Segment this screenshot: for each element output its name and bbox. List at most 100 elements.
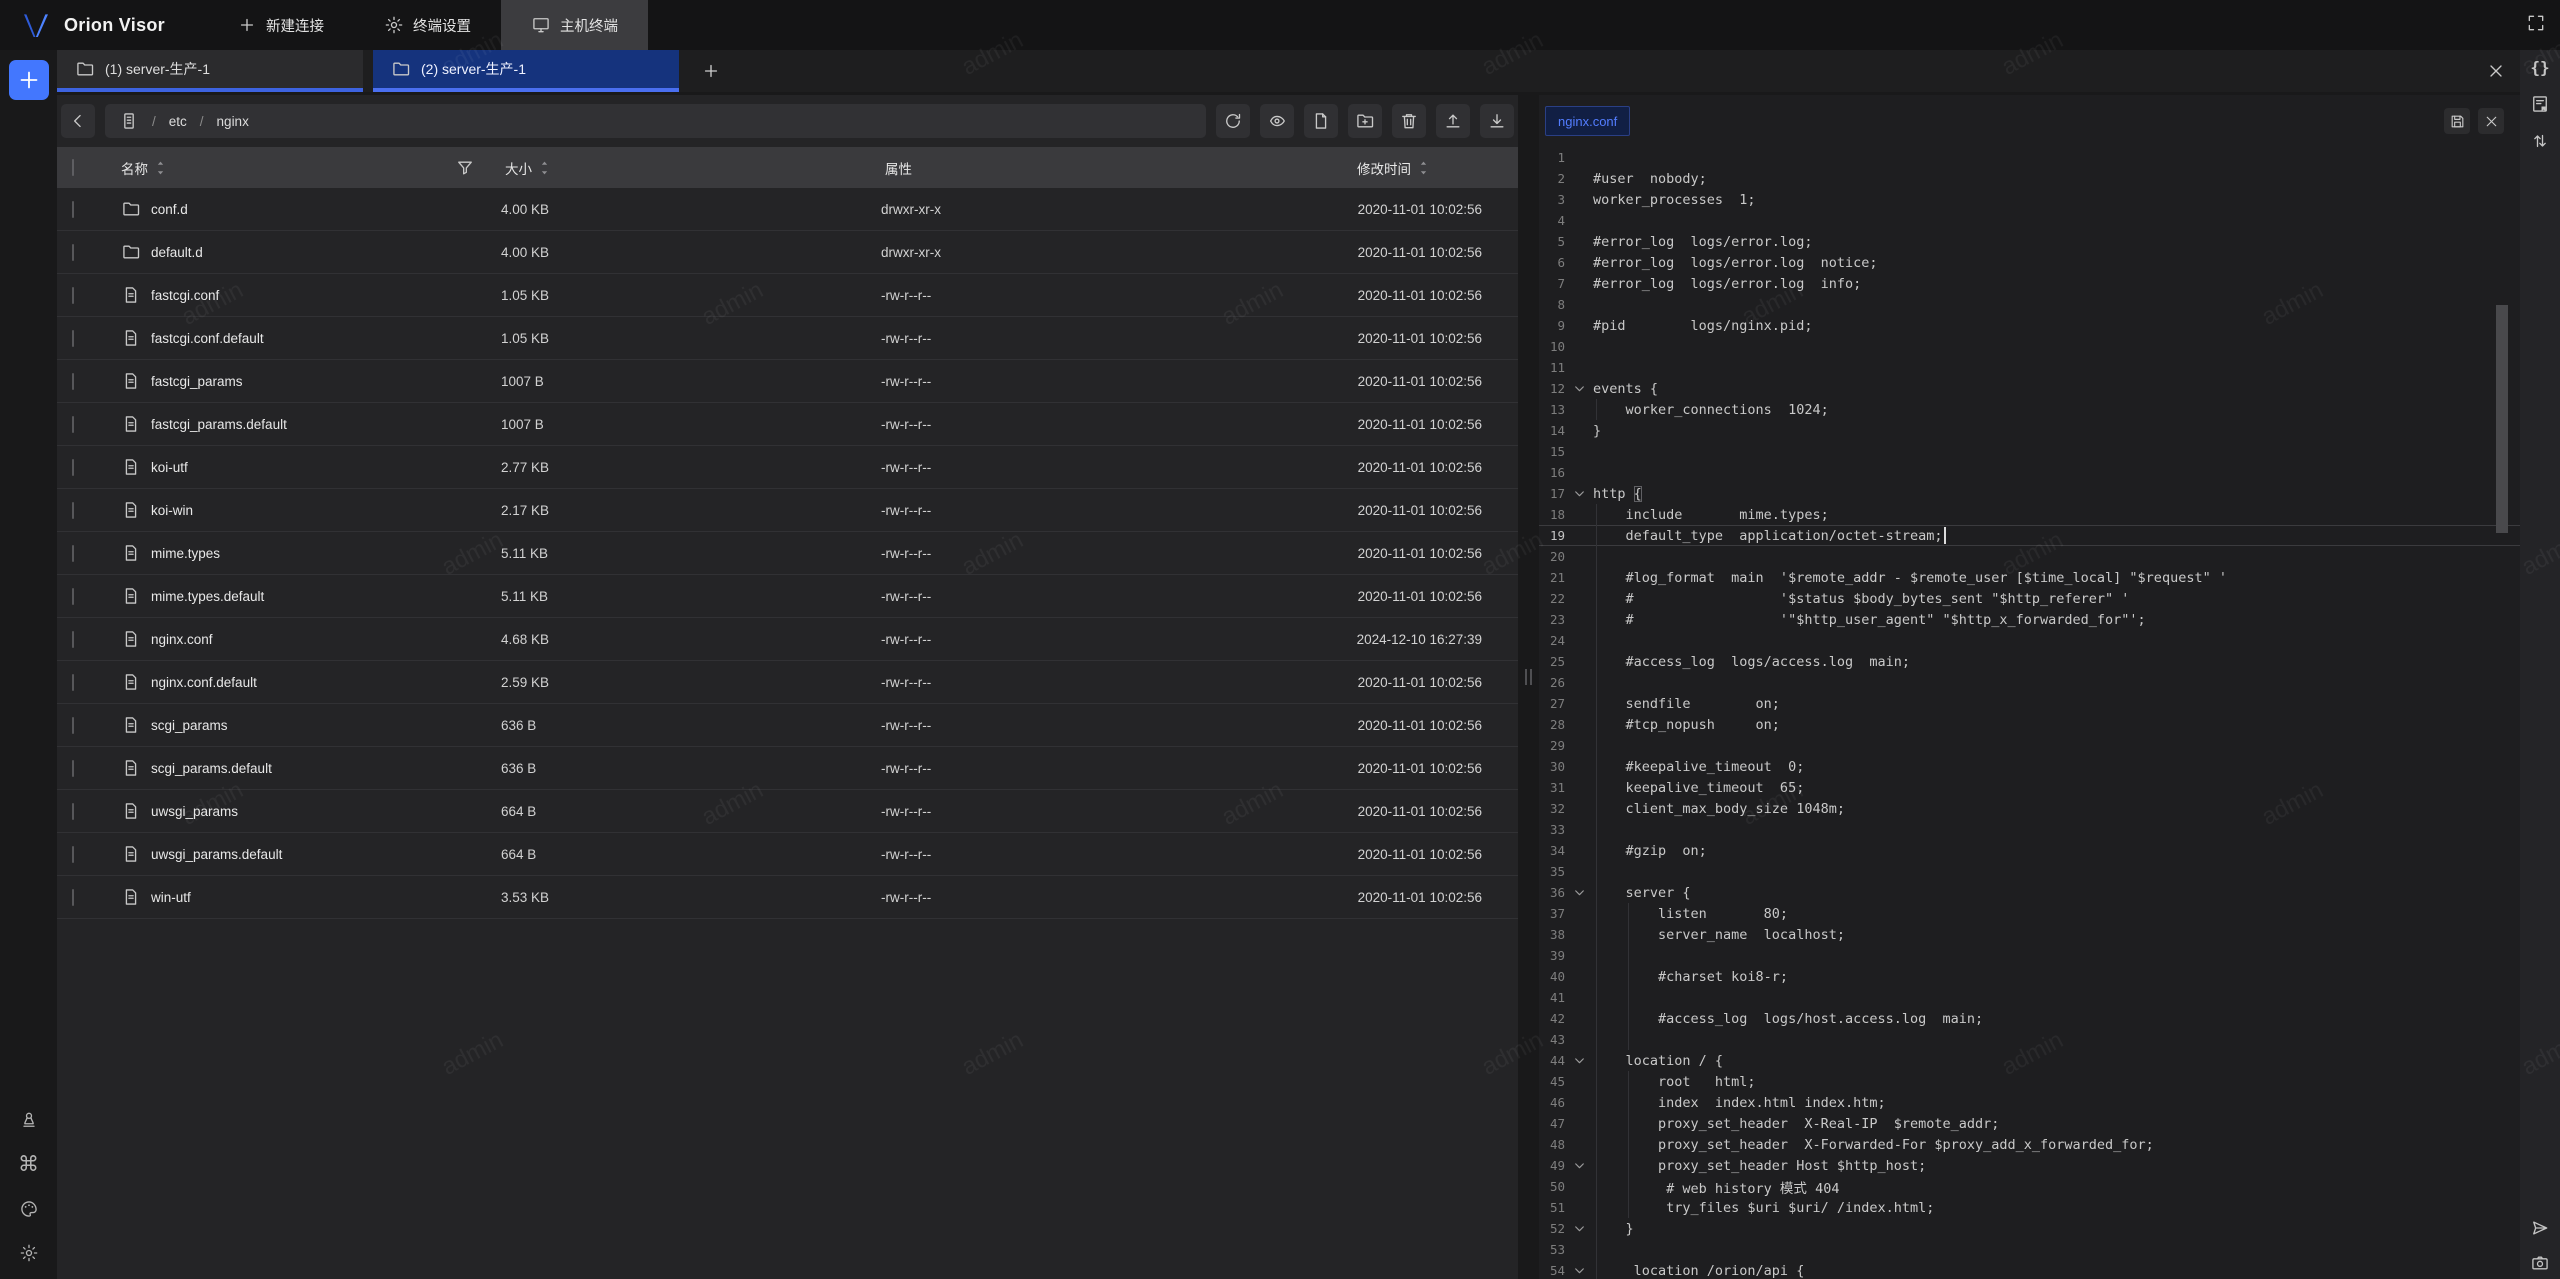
editor-file-tab[interactable]: nginx.conf bbox=[1545, 106, 1630, 136]
row-checkbox[interactable] bbox=[72, 416, 74, 433]
file-row-fastcgi_params.default[interactable]: fastcgi_params.default1007 B-rw-r--r--20… bbox=[57, 403, 1518, 446]
file-row-scgi_params.default[interactable]: scgi_params.default636 B-rw-r--r--2020-1… bbox=[57, 747, 1518, 790]
file-row-default.d[interactable]: default.d4.00 KBdrwxr-xr-x2020-11-01 10:… bbox=[57, 231, 1518, 274]
row-checkbox[interactable] bbox=[72, 373, 74, 390]
file-row-fastcgi_params[interactable]: fastcgi_params1007 B-rw-r--r--2020-11-01… bbox=[57, 360, 1518, 403]
file-row-uwsgi_params[interactable]: uwsgi_params664 B-rw-r--r--2020-11-01 10… bbox=[57, 790, 1518, 833]
file-name: fastcgi_params bbox=[151, 374, 243, 389]
select-all-checkbox[interactable] bbox=[72, 159, 74, 176]
file-row-conf.d[interactable]: conf.d4.00 KBdrwxr-xr-x2020-11-01 10:02:… bbox=[57, 188, 1518, 231]
new-file-button[interactable] bbox=[1304, 104, 1338, 138]
fold-chevron-icon[interactable] bbox=[1565, 1264, 1593, 1277]
row-checkbox[interactable] bbox=[72, 201, 74, 218]
user-icon[interactable] bbox=[18, 1110, 39, 1130]
file-info-icon[interactable] bbox=[2530, 94, 2550, 114]
code-editor[interactable]: 12#user nobody;3worker_processes 1;45#er… bbox=[1539, 147, 2520, 1279]
row-checkbox[interactable] bbox=[72, 330, 74, 347]
row-checkbox[interactable] bbox=[72, 846, 74, 863]
file-row-mime.types[interactable]: mime.types5.11 KB-rw-r--r--2020-11-01 10… bbox=[57, 532, 1518, 575]
file-mtime: 2024-12-10 16:27:39 bbox=[1297, 632, 1518, 647]
fold-chevron-icon[interactable] bbox=[1565, 382, 1593, 395]
topbar-menu-1[interactable]: 终端设置 bbox=[354, 0, 501, 50]
code-line-4: 4 bbox=[1539, 210, 2520, 231]
row-checkbox[interactable] bbox=[72, 502, 74, 519]
topbar-menu-2[interactable]: 主机终端 bbox=[501, 0, 648, 50]
panel-divider[interactable] bbox=[1518, 95, 1539, 1279]
code-line-32: 32 client_max_body_size 1048m; bbox=[1539, 798, 2520, 819]
new-tab-button[interactable] bbox=[689, 50, 733, 92]
breadcrumb-item-nginx[interactable]: nginx bbox=[217, 114, 249, 129]
filter-icon[interactable] bbox=[455, 158, 475, 178]
file-row-scgi_params[interactable]: scgi_params636 B-rw-r--r--2020-11-01 10:… bbox=[57, 704, 1518, 747]
delete-button[interactable] bbox=[1392, 104, 1426, 138]
session-tab-2[interactable]: (2) server-生产-1 bbox=[373, 50, 679, 92]
breadcrumb[interactable]: /etc/nginx bbox=[105, 104, 1206, 138]
upload-button[interactable] bbox=[1436, 104, 1470, 138]
session-tab-1[interactable]: (1) server-生产-1 bbox=[57, 50, 363, 92]
fullscreen-icon[interactable] bbox=[2526, 13, 2546, 33]
file-row-mime.types.default[interactable]: mime.types.default5.11 KB-rw-r--r--2020-… bbox=[57, 575, 1518, 618]
file-row-nginx.conf.default[interactable]: nginx.conf.default2.59 KB-rw-r--r--2020-… bbox=[57, 661, 1518, 704]
swap-vertical-icon[interactable] bbox=[2530, 131, 2550, 151]
row-checkbox[interactable] bbox=[72, 244, 74, 261]
fold-chevron-icon[interactable] bbox=[1565, 1159, 1593, 1172]
close-file-button[interactable] bbox=[2478, 108, 2504, 134]
line-number: 5 bbox=[1539, 234, 1565, 249]
row-checkbox[interactable] bbox=[72, 674, 74, 691]
code-line-19: 19 default_type application/octet-stream… bbox=[1539, 525, 2520, 546]
send-icon[interactable] bbox=[2530, 1218, 2550, 1238]
file-row-fastcgi.conf.default[interactable]: fastcgi.conf.default1.05 KB-rw-r--r--202… bbox=[57, 317, 1518, 360]
new-connection-button[interactable] bbox=[9, 60, 49, 100]
fold-chevron-icon[interactable] bbox=[1565, 487, 1593, 500]
file-row-koi-utf[interactable]: koi-utf2.77 KB-rw-r--r--2020-11-01 10:02… bbox=[57, 446, 1518, 489]
fold-chevron-icon[interactable] bbox=[1565, 886, 1593, 899]
palette-icon[interactable] bbox=[18, 1199, 39, 1219]
line-number: 25 bbox=[1539, 654, 1565, 669]
code-line-53: 53 bbox=[1539, 1239, 2520, 1260]
file-mtime: 2020-11-01 10:02:56 bbox=[1297, 503, 1518, 518]
command-icon[interactable]: ⌘ bbox=[18, 1154, 39, 1175]
row-checkbox[interactable] bbox=[72, 760, 74, 777]
sort-size-icon[interactable] bbox=[538, 160, 551, 176]
settings-icon[interactable] bbox=[18, 1243, 39, 1263]
braces-icon[interactable]: {} bbox=[2530, 58, 2549, 77]
code-line-36: 36 server { bbox=[1539, 882, 2520, 903]
screenshot-icon[interactable] bbox=[2530, 1253, 2550, 1273]
code-line-13: 13 worker_connections 1024; bbox=[1539, 399, 2520, 420]
file-row-koi-win[interactable]: koi-win2.17 KB-rw-r--r--2020-11-01 10:02… bbox=[57, 489, 1518, 532]
sort-name-icon[interactable] bbox=[154, 160, 167, 176]
download-button[interactable] bbox=[1480, 104, 1514, 138]
code-text: } bbox=[1593, 1218, 2520, 1239]
row-checkbox[interactable] bbox=[72, 631, 74, 648]
code-text: server_name localhost; bbox=[1593, 924, 2520, 945]
preview-button[interactable] bbox=[1260, 104, 1294, 138]
file-mtime: 2020-11-01 10:02:56 bbox=[1297, 804, 1518, 819]
file-icon bbox=[121, 328, 141, 348]
line-number: 29 bbox=[1539, 738, 1565, 753]
row-checkbox[interactable] bbox=[72, 459, 74, 476]
breadcrumb-item-etc[interactable]: etc bbox=[169, 114, 187, 129]
row-checkbox[interactable] bbox=[72, 717, 74, 734]
close-panel-icon[interactable] bbox=[2486, 61, 2506, 81]
row-checkbox[interactable] bbox=[72, 545, 74, 562]
refresh-button[interactable] bbox=[1216, 104, 1250, 138]
row-checkbox[interactable] bbox=[72, 287, 74, 304]
row-checkbox[interactable] bbox=[72, 803, 74, 820]
fold-chevron-icon[interactable] bbox=[1565, 1054, 1593, 1067]
sort-mtime-icon[interactable] bbox=[1417, 160, 1430, 176]
file-row-win-utf[interactable]: win-utf3.53 KB-rw-r--r--2020-11-01 10:02… bbox=[57, 876, 1518, 919]
file-row-uwsgi_params.default[interactable]: uwsgi_params.default664 B-rw-r--r--2020-… bbox=[57, 833, 1518, 876]
row-checkbox[interactable] bbox=[72, 588, 74, 605]
file-row-fastcgi.conf[interactable]: fastcgi.conf1.05 KB-rw-r--r--2020-11-01 … bbox=[57, 274, 1518, 317]
new-folder-button[interactable] bbox=[1348, 104, 1382, 138]
back-button[interactable] bbox=[61, 104, 95, 138]
topbar-menu-0[interactable]: 新建连接 bbox=[207, 0, 354, 50]
fold-chevron-icon[interactable] bbox=[1565, 1222, 1593, 1235]
line-number: 53 bbox=[1539, 1242, 1565, 1257]
row-checkbox[interactable] bbox=[72, 889, 74, 906]
resize-handle[interactable] bbox=[1525, 669, 1532, 685]
save-file-button[interactable] bbox=[2444, 108, 2470, 134]
file-row-nginx.conf[interactable]: nginx.conf4.68 KB-rw-r--r--2024-12-10 16… bbox=[57, 618, 1518, 661]
code-text: # '"$http_user_agent" "$http_x_forwarded… bbox=[1593, 609, 2520, 630]
code-text bbox=[1593, 630, 2520, 651]
